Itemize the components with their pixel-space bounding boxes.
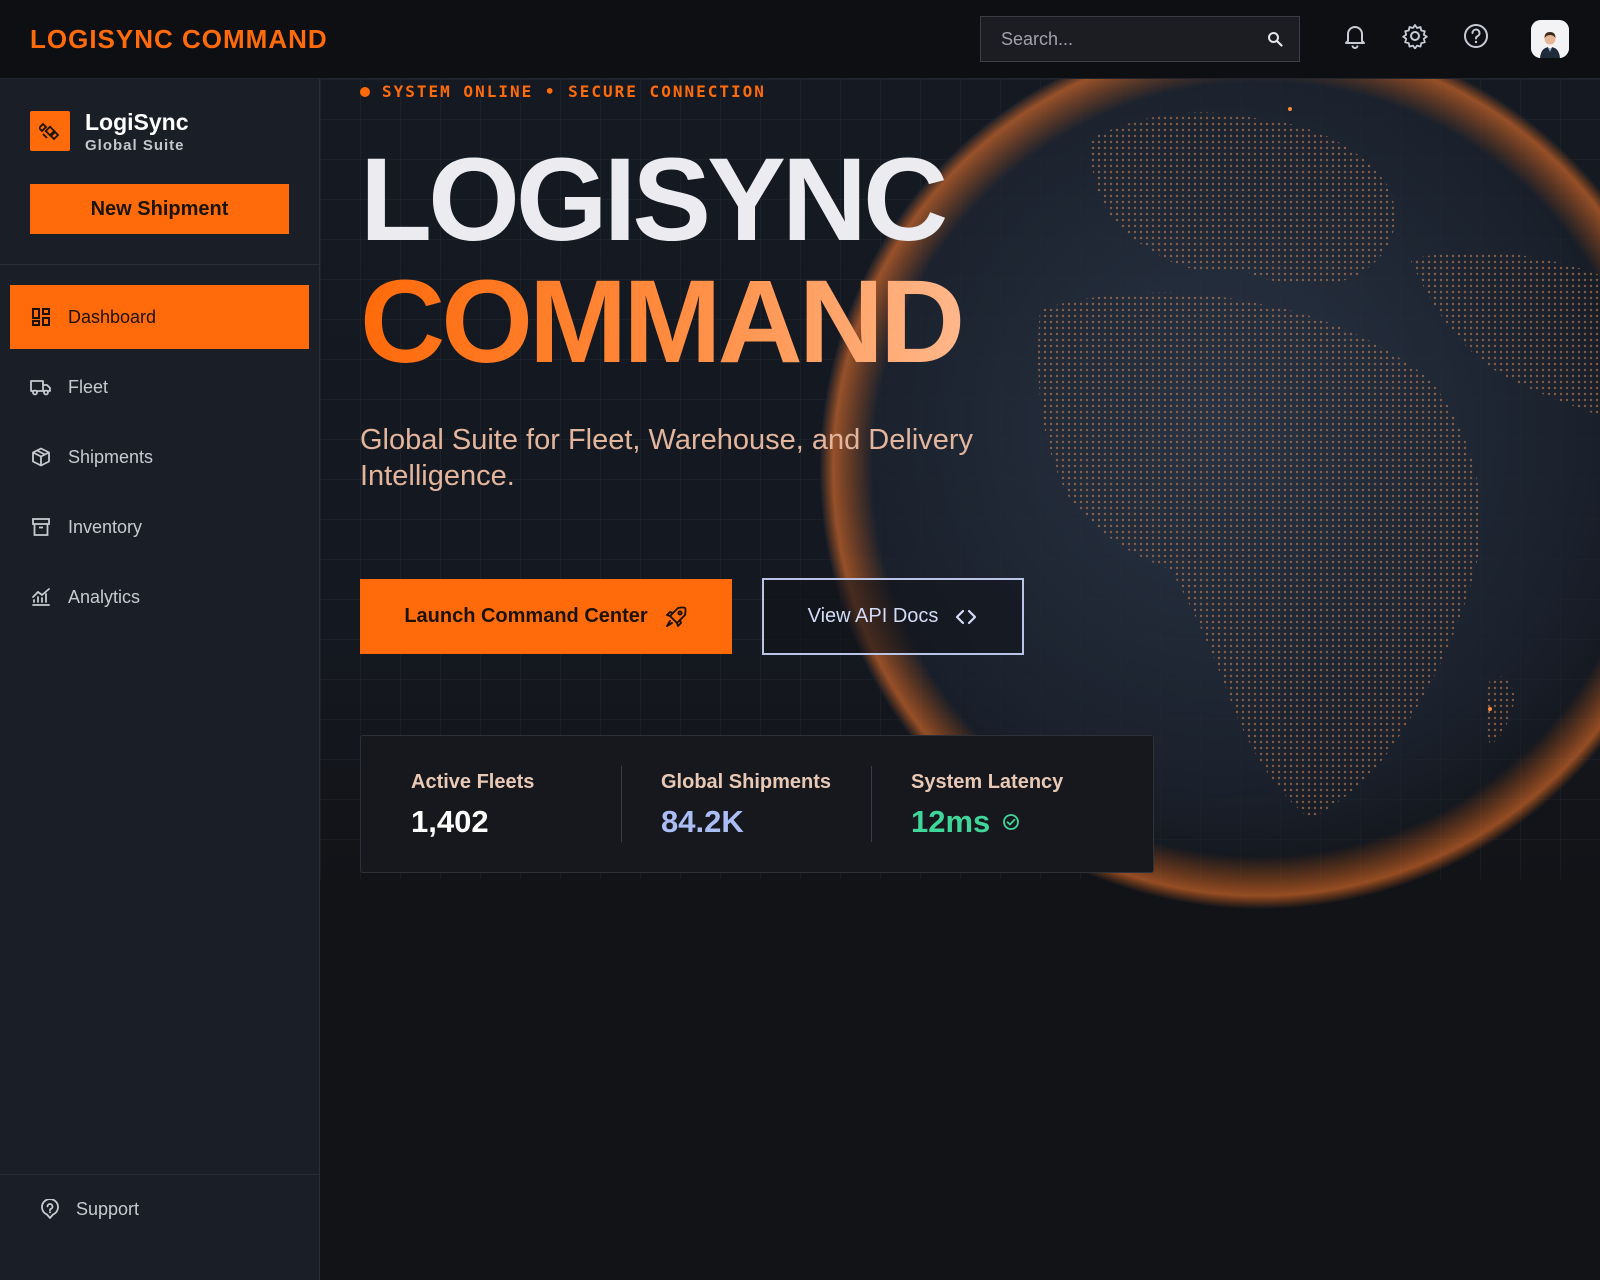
dashboard-icon	[30, 306, 52, 328]
stat-system-latency: System Latency 12ms	[861, 736, 1111, 874]
sidebar-item-label: Analytics	[68, 586, 141, 607]
stat-value: 12ms	[911, 804, 1020, 840]
archive-icon	[30, 516, 52, 538]
help-circle-icon[interactable]	[1462, 22, 1490, 50]
api-button-label: View API Docs	[807, 605, 939, 627]
main-content: SYSTEM ONLINE • SECURE CONNECTION LOGISY…	[320, 79, 1600, 1280]
satellite-icon	[30, 111, 70, 151]
stat-global-shipments: Global Shipments 84.2K	[611, 736, 861, 874]
launch-button-label: Launch Command Center	[404, 605, 648, 627]
top-bar: LOGISYNC COMMAND	[0, 0, 1600, 79]
stat-value: 1,402	[411, 804, 489, 839]
status-dot-icon	[360, 86, 370, 97]
truck-icon	[30, 376, 52, 398]
sidebar-item-label: Fleet	[68, 376, 109, 397]
system-status: SYSTEM ONLINE • SECURE CONNECTION	[360, 82, 766, 101]
logo-name: LogiSync	[85, 109, 189, 135]
status-text: SYSTEM ONLINE • SECURE CONNECTION	[382, 82, 766, 101]
support-label: Support	[76, 1198, 140, 1219]
sidebar: LogiSync Global Suite New Shipment Dashb…	[0, 79, 320, 1280]
rocket-icon	[664, 605, 688, 629]
sidebar-item-shipments[interactable]: Shipments	[10, 425, 309, 489]
gear-icon[interactable]	[1401, 22, 1429, 50]
stat-active-fleets: Active Fleets 1,402	[361, 736, 611, 874]
check-circle-icon	[1002, 813, 1020, 831]
user-avatar[interactable]	[1531, 20, 1569, 58]
brand-title[interactable]: LOGISYNC COMMAND	[30, 24, 328, 55]
sidebar-item-analytics[interactable]: Analytics	[10, 565, 309, 629]
support-link[interactable]: Support	[40, 1189, 139, 1229]
sidebar-divider	[0, 264, 319, 265]
search-box[interactable]	[980, 16, 1300, 62]
analytics-icon	[30, 586, 52, 608]
stats-panel: Active Fleets 1,402 Global Shipments 84.…	[360, 735, 1154, 873]
bell-icon[interactable]	[1341, 22, 1369, 50]
new-shipment-button[interactable]: New Shipment	[30, 184, 289, 234]
search-input[interactable]	[1001, 28, 1267, 50]
sidebar-item-inventory[interactable]: Inventory	[10, 495, 309, 559]
logo-subtitle: Global Suite	[85, 137, 185, 154]
stat-label: System Latency	[911, 771, 1064, 793]
code-brackets-icon	[954, 605, 978, 629]
view-api-docs-button[interactable]: View API Docs	[762, 578, 1024, 655]
stat-label: Active Fleets	[411, 771, 535, 793]
sidebar-bottom-divider	[0, 1174, 319, 1175]
package-icon	[30, 446, 52, 468]
sidebar-item-label: Shipments	[68, 446, 154, 467]
hero-subtitle: Global Suite for Fleet, Warehouse, and D…	[360, 424, 974, 492]
launch-command-center-button[interactable]: Launch Command Center	[360, 579, 732, 654]
stat-value: 84.2K	[661, 804, 744, 839]
sidebar-item-fleet[interactable]: Fleet	[10, 355, 309, 419]
search-icon[interactable]	[1267, 31, 1283, 47]
sidebar-item-label: Dashboard	[68, 306, 157, 327]
sidebar-item-dashboard[interactable]: Dashboard	[10, 285, 309, 349]
hero-title-line1: LOGISYNC	[360, 134, 948, 266]
sidebar-item-label: Inventory	[68, 516, 143, 537]
hero-title-line2: COMMAND	[360, 256, 965, 388]
support-icon	[40, 1199, 60, 1219]
stat-label: Global Shipments	[661, 771, 832, 793]
